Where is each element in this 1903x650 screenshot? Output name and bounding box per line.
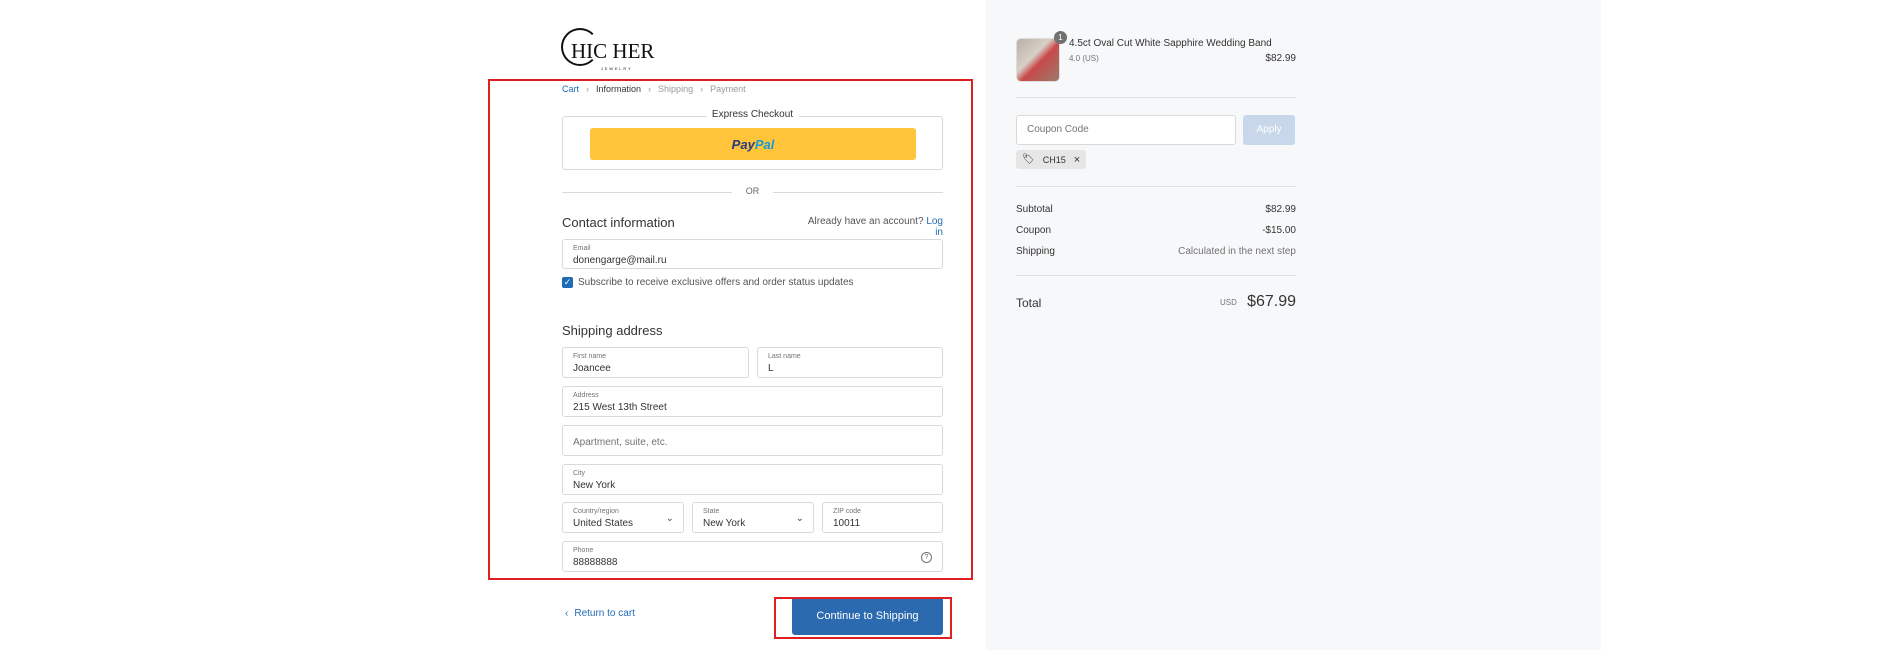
apply-coupon-button[interactable]: Apply <box>1243 115 1295 145</box>
state-label: State <box>703 508 720 515</box>
breadcrumb-payment: Payment <box>710 84 746 94</box>
phone-label: Phone <box>573 547 594 554</box>
shipping-label: Shipping <box>1016 246 1055 257</box>
first-name-field[interactable]: First name Joancee <box>562 347 749 378</box>
chevron-right-icon: › <box>648 84 652 94</box>
email-value: donengarge@mail.ru <box>573 255 667 266</box>
zip-value: 10011 <box>833 518 861 529</box>
apartment-field[interactable]: Apartment, suite, etc. <box>562 425 943 456</box>
product-price: $82.99 <box>1265 53 1296 64</box>
tag-icon: 🏷 <box>1022 154 1035 165</box>
shipping-value: Calculated in the next step <box>1178 246 1296 257</box>
state-value: New York <box>703 518 746 529</box>
express-checkout: Express Checkout Pay Pal <box>562 109 943 170</box>
coupon-code-input[interactable]: Coupon Code <box>1016 115 1236 145</box>
remove-coupon-icon[interactable]: × <box>1074 154 1080 166</box>
express-checkout-label: Express Checkout <box>705 109 800 120</box>
city-label: City <box>573 470 586 477</box>
total-currency: USD <box>1220 298 1237 307</box>
zip-code-field[interactable]: ZIP code 10011 <box>822 502 943 533</box>
coupon-value: -$15.00 <box>1262 225 1296 236</box>
product-name: 4.5ct Oval Cut White Sapphire Wedding Ba… <box>1069 38 1272 49</box>
account-prompt-text: Already have an account? <box>807 216 924 227</box>
zip-label: ZIP code <box>833 508 861 515</box>
paypal-button[interactable]: Pay Pal <box>590 128 916 160</box>
subtotal-label: Subtotal <box>1016 204 1053 215</box>
help-icon[interactable]: ? <box>921 552 932 563</box>
apartment-placeholder: Apartment, suite, etc. <box>573 437 668 448</box>
city-field[interactable]: City New York <box>562 464 943 495</box>
breadcrumb: Cart › Information › Shipping › Payment <box>562 84 746 94</box>
divider-line <box>773 192 943 193</box>
subscribe-checkbox[interactable]: ✓ <box>562 277 573 288</box>
logo-subtitle: JEWELRY <box>601 66 633 71</box>
total-value: $67.99 <box>1247 293 1296 310</box>
subscribe-option[interactable]: ✓ Subscribe to receive exclusive offers … <box>562 277 854 288</box>
last-name-label: Last name <box>768 353 801 360</box>
chevron-down-icon: ⌄ <box>665 513 674 524</box>
quantity-badge: 1 <box>1054 31 1067 44</box>
account-prompt: Already have an account? Log in <box>807 216 943 238</box>
email-field[interactable]: Email donengarge@mail.ru <box>562 239 943 269</box>
store-logo[interactable]: HIC HER JEWELRY <box>561 28 671 72</box>
or-text: OR <box>745 186 760 196</box>
country-label: Country/region <box>573 508 619 515</box>
continue-to-shipping-button[interactable]: Continue to Shipping <box>792 597 943 635</box>
first-name-value: Joancee <box>573 363 611 374</box>
address-value: 215 West 13th Street <box>573 402 667 413</box>
applied-coupon-tag: 🏷 CH15 × <box>1016 150 1087 169</box>
last-name-value: L <box>768 363 774 374</box>
applied-coupon-code: CH15 <box>1042 154 1066 165</box>
address-field[interactable]: Address 215 West 13th Street <box>562 386 943 417</box>
shipping-address-title: Shipping address <box>562 323 663 338</box>
subscribe-label: Subscribe to receive exclusive offers an… <box>578 277 854 288</box>
breadcrumb-shipping: Shipping <box>658 84 694 94</box>
chevron-right-icon: › <box>700 84 704 94</box>
subtotal-value: $82.99 <box>1265 204 1296 215</box>
coupon-label: Coupon <box>1016 225 1052 236</box>
address-label: Address <box>573 392 599 399</box>
divider <box>1016 186 1296 187</box>
phone-field[interactable]: Phone 88888888 ? <box>562 541 943 572</box>
breadcrumb-information: Information <box>596 84 642 94</box>
email-label: Email <box>573 245 591 252</box>
or-divider: OR <box>562 186 943 198</box>
login-link[interactable]: Log in <box>926 216 943 238</box>
total-label: Total <box>1016 296 1042 310</box>
divider <box>1016 97 1296 98</box>
first-name-label: First name <box>573 353 607 360</box>
chevron-down-icon: ⌄ <box>795 513 804 524</box>
divider-line <box>562 192 732 193</box>
product-variant: 4.0 (US) <box>1069 54 1099 63</box>
return-to-cart-link[interactable]: ‹ Return to cart <box>565 608 635 619</box>
chevron-left-icon: ‹ <box>565 608 569 619</box>
country-select[interactable]: Country/region United States ⌄ <box>562 502 684 533</box>
chevron-right-icon: › <box>586 84 590 94</box>
divider <box>1016 275 1296 276</box>
phone-value: 88888888 <box>573 557 618 568</box>
paypal-logo-part2: Pal <box>754 136 775 152</box>
country-value: United States <box>573 518 634 529</box>
state-select[interactable]: State New York ⌄ <box>692 502 814 533</box>
contact-information-title: Contact information <box>562 215 675 230</box>
product-image <box>1016 38 1060 82</box>
return-to-cart-label: Return to cart <box>574 608 635 619</box>
last-name-field[interactable]: Last name L <box>757 347 943 378</box>
breadcrumb-cart[interactable]: Cart <box>562 84 579 94</box>
logo-text: HIC HER <box>571 39 655 63</box>
city-value: New York <box>573 480 616 491</box>
paypal-logo-part1: Pay <box>731 136 755 152</box>
